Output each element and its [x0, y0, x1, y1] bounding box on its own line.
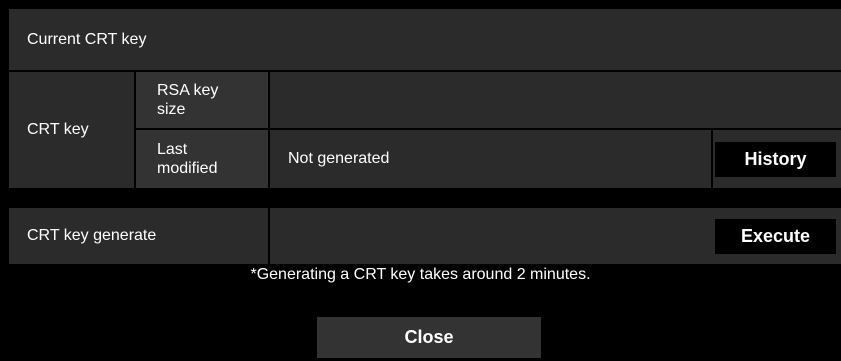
close-button-label: Close	[404, 327, 454, 347]
execute-button-label: Execute	[740, 226, 811, 246]
rsa-key-size-label: RSA key size	[157, 82, 219, 118]
last-modified-label: Last modified	[157, 141, 218, 177]
section-title-text: Current CRT key	[27, 30, 147, 48]
last-modified-label-cell: Last modified	[136, 130, 268, 188]
close-button[interactable]: Close	[317, 317, 541, 358]
last-modified-value-cell: Not generated	[270, 130, 711, 188]
crt-key-label: CRT key	[27, 121, 89, 138]
history-button[interactable]: History	[715, 142, 836, 177]
history-button-label: History	[744, 149, 807, 169]
last-modified-value: Not generated	[288, 150, 390, 167]
rsa-key-size-value-cell	[270, 72, 841, 128]
crt-key-generate-label-cell: CRT key generate	[9, 208, 268, 264]
crt-key-generate-label: CRT key generate	[27, 227, 157, 244]
generation-note: *Generating a CRT key takes around 2 min…	[250, 266, 591, 283]
execute-button[interactable]: Execute	[715, 219, 836, 254]
section-title: Current CRT key	[9, 9, 841, 70]
rsa-key-size-label-cell: RSA key size	[136, 72, 268, 128]
crt-key-label-cell: CRT key	[9, 72, 134, 188]
